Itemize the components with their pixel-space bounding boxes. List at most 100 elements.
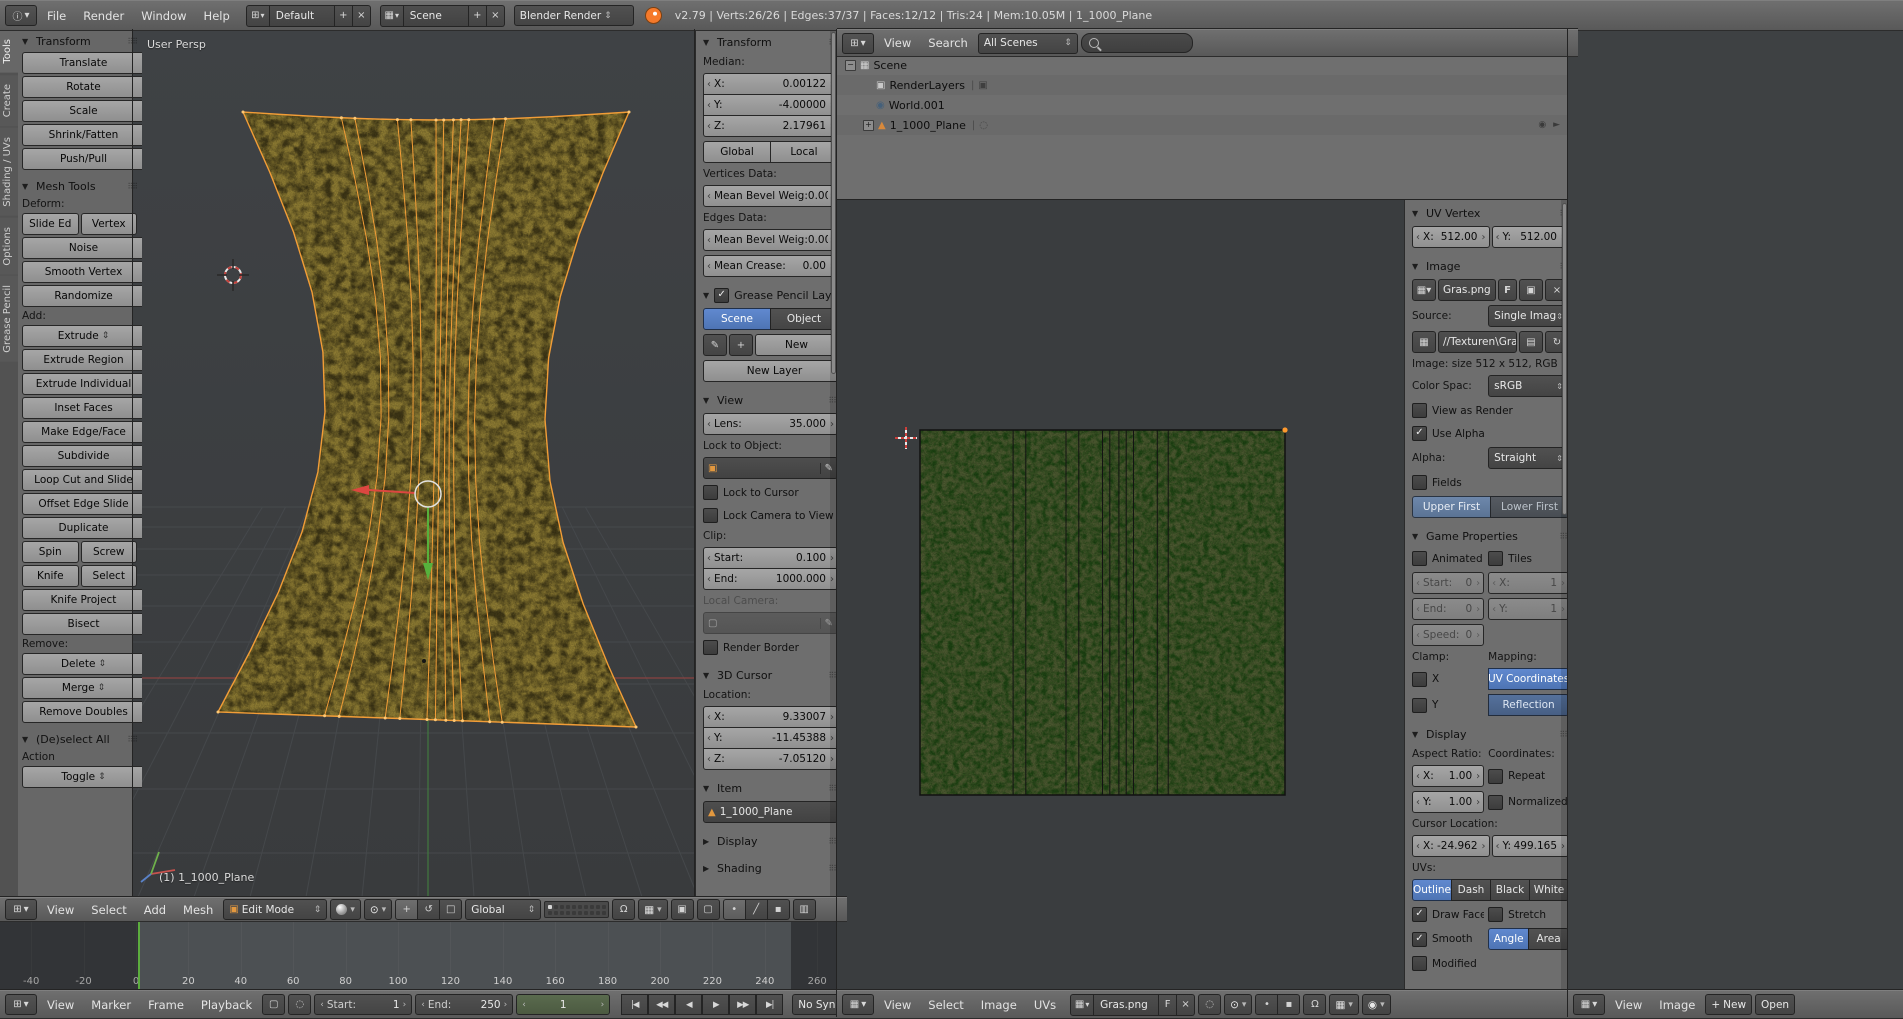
repeat-checkbox[interactable]: Repeat: [1488, 767, 1569, 786]
text-field[interactable]: Gras.png: [1438, 279, 1496, 301]
stretch-checkbox[interactable]: Stretch: [1488, 905, 1569, 924]
viewport-3d[interactable]: User Persp (1) 1_1000_Plane: [133, 29, 695, 897]
layer-dot[interactable]: [578, 911, 582, 915]
layer-dot[interactable]: [566, 905, 570, 909]
extrude-individual-button[interactable]: Extrude Individual: [22, 373, 142, 395]
editor-type-image-button[interactable]: ▦ ▾: [842, 994, 874, 1015]
modified-checkbox[interactable]: Modified: [1412, 954, 1569, 973]
remove-doubles-button[interactable]: Remove Doubles: [22, 701, 142, 723]
decrement-icon[interactable]: ‹: [1414, 771, 1422, 782]
mean-bevel-weig-field[interactable]: ‹Mean Bevel Weig:0.00›: [703, 229, 838, 251]
y-checkbox[interactable]: Y: [1412, 696, 1484, 715]
3d-cursor-panel-header[interactable]: ▼3D Cursor⠿⠿: [703, 666, 838, 684]
editor-type-timeline-button[interactable]: ⊞ ▾: [5, 994, 37, 1015]
normalized-checkbox[interactable]: Normalized: [1488, 793, 1569, 812]
loop-cut-and-slide-button[interactable]: Loop Cut and Slide: [22, 469, 142, 491]
uv-sync-select-button[interactable]: •: [1255, 994, 1278, 1015]
x-field[interactable]: ‹X:1.00›: [1412, 765, 1484, 787]
make-edge-face-button[interactable]: Make Edge/Face: [22, 421, 142, 443]
uv-vertex-panel-header[interactable]: ▼UV Vertex⠿⠿: [1412, 204, 1569, 222]
pin-image-button[interactable]: ◌: [1198, 994, 1221, 1015]
scene-name-field[interactable]: Scene: [404, 5, 469, 27]
outliner-row-renderlayers[interactable]: ▣RenderLayers|▣: [837, 75, 1568, 95]
decrement-icon[interactable]: ‹: [1414, 797, 1422, 808]
shelf-tab-grease-pencil[interactable]: Grease Pencil: [0, 276, 18, 362]
area-divider[interactable]: [836, 29, 837, 1017]
uv-editor-canvas[interactable]: [837, 200, 1404, 990]
outliner-row-world-001[interactable]: ◉World.001: [837, 95, 1568, 115]
start-field[interactable]: ‹Start:0›: [1412, 572, 1484, 594]
image-editor2-canvas[interactable]: [1568, 29, 1903, 990]
y-field[interactable]: ‹Y:-11.45388›: [703, 728, 838, 749]
frame-end-field[interactable]: ‹ End: 250 ›: [415, 994, 513, 1015]
decrement-icon[interactable]: ‹: [1414, 630, 1422, 641]
shelf-tab-shading-uvs[interactable]: Shading / UVs: [0, 128, 18, 216]
increment-icon[interactable]: ›: [403, 1000, 407, 1010]
frame-start-field[interactable]: ‹ Start: 1 ›: [314, 994, 412, 1015]
editor-type-outliner-button[interactable]: ⊞ ▾: [842, 33, 874, 54]
layer-dot[interactable]: [578, 905, 582, 909]
mesh-object[interactable]: [217, 111, 638, 729]
layer-dot[interactable]: [572, 905, 576, 909]
local-button[interactable]: Local: [770, 141, 838, 163]
new-image-button[interactable]: + New: [1705, 994, 1752, 1015]
decrement-icon[interactable]: ‹: [705, 419, 713, 430]
layer-dot[interactable]: [584, 911, 588, 915]
shrink-fatten-button[interactable]: Shrink/Fatten: [22, 124, 142, 146]
timeline-region[interactable]: -40-200204060801001201401601802002202402…: [0, 920, 837, 990]
outline-button[interactable]: Outline: [1412, 879, 1452, 901]
jump-to-start-button[interactable]: |◀: [621, 994, 648, 1015]
shelf-tab-create[interactable]: Create: [0, 75, 18, 126]
image-icon-button[interactable]: ▦▾: [1412, 279, 1436, 301]
restriction-icons[interactable]: ◉ ►: [1538, 120, 1562, 130]
layer-dot[interactable]: [584, 905, 588, 909]
unlink-image-button[interactable]: ×: [1177, 994, 1195, 1016]
y-field[interactable]: ‹Y:512.00›: [1492, 226, 1570, 248]
x-field[interactable]: ‹X:1›: [1488, 572, 1569, 594]
layer-dot[interactable]: [548, 905, 552, 909]
knife-project-button[interactable]: Knife Project: [22, 589, 142, 611]
menu-marker[interactable]: Marker: [84, 998, 138, 1012]
lock-camera-to-view-checkbox[interactable]: Lock Camera to View: [703, 506, 838, 525]
lock-to-cursor-checkbox[interactable]: Lock to Cursor: [703, 483, 838, 502]
circle-toggle-icon[interactable]: ◌: [979, 120, 988, 131]
speed-field[interactable]: ‹Speed:0›: [1412, 624, 1484, 646]
new-layer-button[interactable]: New Layer: [703, 360, 845, 382]
npanel-divider[interactable]: [694, 29, 695, 897]
fake-user-button[interactable]: F: [1159, 994, 1177, 1016]
decrement-icon[interactable]: ‹: [1414, 232, 1422, 243]
toggle-button[interactable]: Toggle⇕: [22, 766, 142, 788]
orientation-dropdown[interactable]: Global ⇕: [465, 899, 541, 920]
layer-dot[interactable]: [566, 911, 570, 915]
menu-select[interactable]: Select: [84, 903, 133, 917]
snap-magnet-button[interactable]: Ω: [612, 899, 635, 920]
proportional-edit-dropdown[interactable]: ◉ ▾: [1362, 994, 1391, 1015]
decrement-icon[interactable]: ‹: [1414, 578, 1422, 589]
smooth-checkbox[interactable]: ✓Smooth: [1412, 930, 1484, 949]
decrement-icon[interactable]: ‹: [705, 754, 713, 765]
menu-select[interactable]: Select: [921, 998, 970, 1012]
decrement-icon[interactable]: ‹: [705, 100, 713, 111]
z-field[interactable]: ‹Z:2.17961›: [703, 116, 838, 137]
draw-faces-checkbox[interactable]: ✓Draw Faces: [1412, 905, 1484, 924]
decrement-icon[interactable]: ‹: [320, 1000, 324, 1010]
de-select-all-panel-header[interactable]: ▼(De)select All⠿⠿: [22, 730, 137, 748]
extrude-region-button[interactable]: Extrude Region: [22, 349, 142, 371]
decrement-icon[interactable]: ‹: [705, 235, 713, 246]
menu-render[interactable]: Render: [76, 9, 131, 23]
increment-icon[interactable]: ›: [1474, 771, 1482, 782]
end-field[interactable]: ‹End:0›: [1412, 598, 1484, 620]
mean-bevel-weig-field[interactable]: ‹Mean Bevel Weig:0.00›: [703, 185, 838, 207]
straight-dropdown[interactable]: Straight⇕: [1488, 447, 1569, 469]
pack-icon-button[interactable]: ▣: [1519, 279, 1543, 301]
increment-icon[interactable]: ›: [1474, 797, 1482, 808]
menu-add[interactable]: Add: [137, 903, 173, 917]
opengl-render-anim-button[interactable]: ▢: [697, 899, 720, 920]
area-divider[interactable]: [837, 199, 1568, 200]
layer-dot[interactable]: [548, 911, 552, 915]
folder-icon-button[interactable]: ▤: [1519, 331, 1543, 353]
subdivide-button[interactable]: Subdivide: [22, 445, 142, 467]
editor-type-3dview-button[interactable]: ⊞ ▾: [5, 899, 37, 920]
layout-name-field[interactable]: Default: [270, 5, 335, 27]
increment-icon[interactable]: ›: [1474, 630, 1482, 641]
